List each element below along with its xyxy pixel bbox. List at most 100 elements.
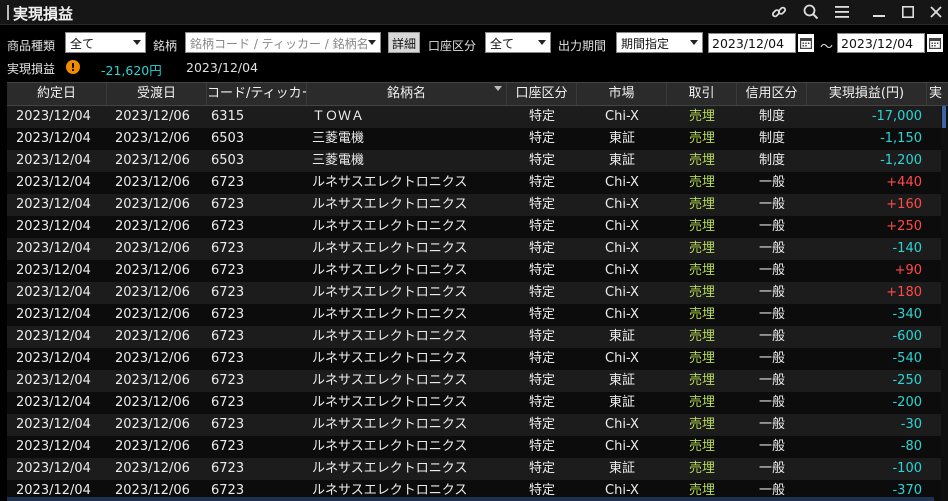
table-row[interactable]: 2023/12/04 2023/12/06 6503 三菱電機 特定 東証 売埋 制度 -1,2… [7, 150, 943, 172]
cell-margin-type: 制度 [758, 109, 785, 124]
cell-trade-date: 2023/12/04 [16, 461, 91, 476]
period-select[interactable]: 期間指定 [616, 32, 703, 53]
symbol-label: 銘柄 [153, 39, 178, 53]
date-to-input[interactable]: 2023/12/04 [837, 33, 925, 53]
cell-trade-type: 売埋 [688, 351, 715, 366]
cell-symbol-name: ルネサスエレクトロニクス [312, 219, 468, 234]
scrollbar-thumb[interactable] [942, 106, 946, 128]
table-row[interactable]: 2023/12/04 2023/12/06 6723 ルネサスエレクトロニクス 特定 Ch… [7, 194, 943, 216]
search-icon[interactable] [800, 2, 822, 22]
cell-settlement-date: 2023/12/06 [115, 241, 190, 256]
table-row[interactable]: 2023/12/04 2023/12/06 6723 ルネサスエレクトロニクス 特定 東証… [7, 370, 943, 392]
column-header-extra[interactable]: 実 [927, 83, 948, 105]
column-header-code[interactable]: コード/ティッカー [207, 83, 307, 105]
cell-account-type: 特定 [528, 109, 555, 124]
cell-symbol-name: ルネサスエレクトロニクス [312, 351, 468, 366]
table-row[interactable]: 2023/12/04 2023/12/06 6723 ルネサスエレクトロニクス 特定 Ch… [7, 414, 943, 436]
column-header-account-type[interactable]: 口座区分 [507, 83, 577, 105]
cell-realized-pl: -340 [892, 307, 922, 322]
cell-realized-pl: -1,150 [880, 131, 922, 146]
minimize-icon[interactable] [868, 2, 890, 22]
date-from-input[interactable]: 2023/12/04 [708, 33, 796, 53]
table-row[interactable]: 2023/12/04 2023/12/06 6723 ルネサスエレクトロニクス 特定 Ch… [7, 282, 943, 304]
cell-code: 6503 [211, 153, 245, 168]
cell-realized-pl: +440 [886, 175, 922, 190]
cell-settlement-date: 2023/12/06 [115, 461, 190, 476]
cell-symbol-name: ルネサスエレクトロニクス [312, 285, 468, 300]
cell-trade-type: 売埋 [688, 439, 715, 454]
cell-symbol-name: ルネサスエレクトロニクス [312, 241, 468, 256]
cell-realized-pl: -600 [892, 329, 922, 344]
chevron-down-icon [133, 40, 141, 45]
vertical-scrollbar[interactable] [941, 106, 948, 501]
cell-settlement-date: 2023/12/06 [115, 395, 190, 410]
cell-code: 6723 [211, 219, 245, 234]
account-type-select[interactable]: 全て [485, 32, 551, 53]
table-row[interactable]: 2023/12/04 2023/12/06 6723 ルネサスエレクトロニクス 特定 Ch… [7, 172, 943, 194]
cell-trade-type: 売埋 [688, 373, 715, 388]
cell-code: 6723 [211, 395, 245, 410]
cell-symbol-name: ルネサスエレクトロニクス [312, 197, 468, 212]
horizontal-scrollbar[interactable] [7, 497, 934, 501]
column-header-margin-type[interactable]: 信用区分 [737, 83, 807, 105]
cell-account-type: 特定 [528, 175, 555, 190]
cell-trade-type: 売埋 [688, 131, 715, 146]
column-header-realized-pl[interactable]: 実現損益(円) [807, 83, 927, 105]
column-header-trade-date[interactable]: 約定日 [7, 83, 107, 105]
table-row[interactable]: 2023/12/04 2023/12/06 6503 三菱電機 特定 東証 売埋 制度 -1,1… [7, 128, 943, 150]
warning-icon[interactable]: ! [66, 60, 80, 74]
link-icon[interactable] [768, 2, 790, 22]
menu-icon[interactable] [831, 2, 853, 22]
calendar-icon[interactable] [798, 34, 814, 52]
cell-account-type: 特定 [528, 241, 555, 256]
maximize-icon[interactable] [897, 2, 919, 22]
cell-market: Chi-X [605, 175, 639, 190]
table-row[interactable]: 2023/12/04 2023/12/06 6723 ルネサスエレクトロニクス 特定 Ch… [7, 436, 943, 458]
detail-button[interactable]: 詳細 [388, 32, 421, 53]
product-type-select[interactable]: 全て [65, 32, 146, 53]
column-header-symbol-name[interactable]: 銘柄名 [307, 83, 507, 105]
cell-market: 東証 [608, 373, 635, 388]
cell-settlement-date: 2023/12/06 [115, 109, 190, 124]
cell-realized-pl: -540 [892, 351, 922, 366]
cell-trade-date: 2023/12/04 [16, 131, 91, 146]
cell-settlement-date: 2023/12/06 [115, 417, 190, 432]
table-row[interactable]: 2023/12/04 2023/12/06 6723 ルネサスエレクトロニクス 特定 Ch… [7, 348, 943, 370]
table-row[interactable]: 2023/12/04 2023/12/06 6315 ＴＯＷＡ 特定 Chi-X 売埋 制度 -… [7, 106, 943, 128]
cell-margin-type: 一般 [758, 461, 785, 476]
column-header-trade-type[interactable]: 取引 [667, 83, 737, 105]
cell-realized-pl: -80 [900, 439, 922, 454]
cell-symbol-name: 三菱電機 [312, 131, 365, 146]
cell-margin-type: 一般 [758, 373, 785, 388]
cell-margin-type: 一般 [758, 395, 785, 410]
table-row[interactable]: 2023/12/04 2023/12/06 6723 ルネサスエレクトロニクス 特定 Ch… [7, 260, 943, 282]
column-header-settlement-date[interactable]: 受渡日 [107, 83, 207, 105]
calendar-icon[interactable] [927, 34, 943, 52]
table-row[interactable]: 2023/12/04 2023/12/06 6723 ルネサスエレクトロニクス 特定 Ch… [7, 216, 943, 238]
cell-trade-date: 2023/12/04 [16, 109, 91, 124]
cell-trade-date: 2023/12/04 [16, 395, 91, 410]
cell-margin-type: 制度 [758, 153, 785, 168]
table-row[interactable]: 2023/12/04 2023/12/06 6723 ルネサスエレクトロニクス 特定 東証… [7, 392, 943, 414]
cell-trade-date: 2023/12/04 [16, 263, 91, 278]
cell-realized-pl: -100 [892, 461, 922, 476]
summary-date: 2023/12/04 [186, 60, 259, 75]
chevron-down-icon [690, 40, 698, 45]
close-icon[interactable] [925, 2, 947, 22]
cell-account-type: 特定 [528, 153, 555, 168]
cell-trade-type: 売埋 [688, 197, 715, 212]
cell-code: 6723 [211, 307, 245, 322]
cell-symbol-name: ＴＯＷＡ [312, 109, 365, 124]
cell-code: 6723 [211, 461, 245, 476]
table-row[interactable]: 2023/12/04 2023/12/06 6723 ルネサスエレクトロニクス 特定 Ch… [7, 304, 943, 326]
table-row[interactable]: 2023/12/04 2023/12/06 6723 ルネサスエレクトロニクス 特定 東証… [7, 458, 943, 480]
realized-pl-table: 約定日 受渡日 コード/ティッカー 銘柄名 口座区分 市場 取引 信用区分 実現損益(円) 実 2… [7, 82, 948, 501]
cell-account-type: 特定 [528, 461, 555, 476]
sort-desc-icon[interactable] [494, 86, 502, 91]
column-header-market[interactable]: 市場 [577, 83, 667, 105]
symbol-search-input[interactable]: 銘柄コード / ティッカー / 銘柄名 [185, 32, 381, 53]
cell-account-type: 特定 [528, 351, 555, 366]
table-row[interactable]: 2023/12/04 2023/12/06 6723 ルネサスエレクトロニクス 特定 東証… [7, 326, 943, 348]
table-row[interactable]: 2023/12/04 2023/12/06 6723 ルネサスエレクトロニクス 特定 Ch… [7, 238, 943, 260]
cell-trade-date: 2023/12/04 [16, 373, 91, 388]
